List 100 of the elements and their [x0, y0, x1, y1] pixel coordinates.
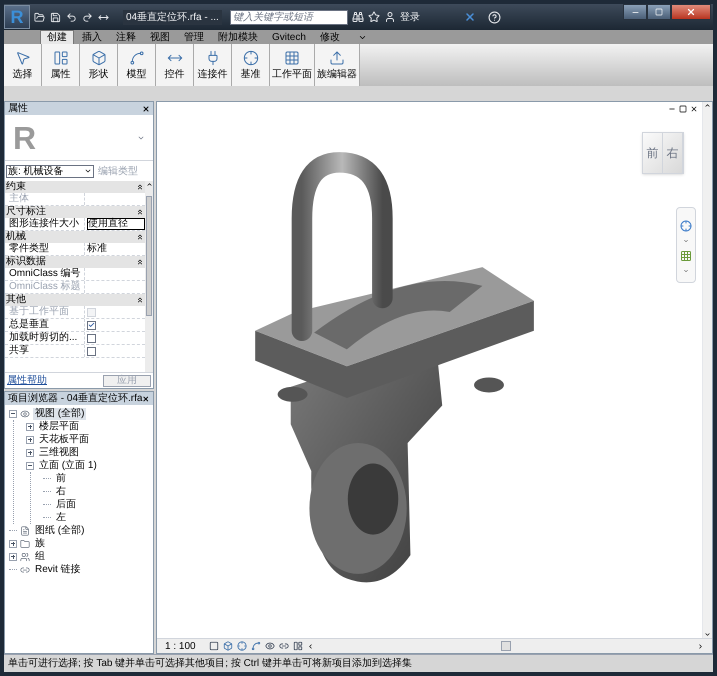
ribbon-button[interactable]: 控件 [156, 44, 194, 86]
links-icon [20, 564, 30, 574]
vertical-scrollbar[interactable] [702, 102, 712, 638]
tree-item[interactable]: 左 [54, 512, 68, 524]
scrollbar[interactable] [145, 181, 153, 372]
expand-toggle[interactable] [9, 540, 17, 548]
check-icon [88, 321, 95, 329]
view-cube[interactable]: 前 右 [642, 132, 684, 174]
scroll-thumb[interactable] [146, 196, 152, 316]
collapse-toggle[interactable] [26, 462, 34, 470]
tree-item[interactable]: Revit 链接 [33, 564, 83, 576]
ribbon-button[interactable]: 属性 [42, 44, 80, 86]
tree-item[interactable]: 天花板平面 [37, 434, 91, 446]
ribbon-button[interactable]: 族编辑器 [315, 44, 360, 86]
tree-item[interactable]: 右 [54, 486, 68, 498]
ribbon-tab[interactable]: 注释 [110, 31, 142, 44]
maximize-button[interactable] [647, 4, 671, 20]
expand-toggle[interactable] [26, 448, 34, 456]
tree-item[interactable]: 族 [33, 538, 47, 550]
horizontal-scrollbar[interactable] [307, 640, 704, 652]
ribbon-tab[interactable]: Gvitech [266, 31, 312, 44]
ribbon-options-icon[interactable] [358, 33, 367, 42]
property-value: 标准 [87, 244, 107, 254]
tree-item[interactable]: 立面 (立面 1) [37, 460, 99, 472]
binoculars-icon[interactable] [352, 11, 364, 23]
group-header: 机械 [6, 232, 26, 242]
ribbon-tab[interactable]: 插入 [76, 31, 108, 44]
groups-icon [20, 552, 30, 562]
ribbon-tab[interactable]: 附加模块 [212, 31, 264, 44]
panel-title: 属性 [8, 104, 28, 114]
tree-item[interactable]: 前 [54, 472, 68, 484]
help-icon[interactable] [488, 10, 501, 24]
ribbon-button[interactable]: 模型 [118, 44, 156, 86]
tree-item[interactable]: 视图 (全部) [33, 408, 86, 420]
views-icon [20, 408, 30, 418]
tree-item[interactable]: 三维视图 [37, 446, 81, 458]
close-button[interactable] [671, 4, 711, 20]
tree-item[interactable]: 组 [33, 550, 47, 562]
ribbon-button[interactable]: 工作平面 [270, 44, 315, 86]
sheets-icon [20, 526, 30, 536]
group-header: 标识数据 [6, 257, 46, 267]
collapse-icon[interactable] [136, 233, 144, 241]
caret-icon[interactable] [683, 238, 689, 244]
close-icon[interactable] [142, 394, 150, 402]
ribbon-button[interactable]: 形状 [80, 44, 118, 86]
group-header: 约束 [6, 182, 26, 192]
tree-item[interactable]: 后面 [54, 498, 78, 510]
ribbon-tab[interactable]: 修改 [314, 31, 346, 44]
property-label: 基于工作平面 [5, 306, 85, 318]
scroll-thumb[interactable] [500, 641, 510, 651]
close-icon[interactable] [142, 104, 150, 112]
minimize-button[interactable] [623, 4, 647, 20]
arrow-right-icon [697, 642, 704, 650]
property-label: 总是垂直 [5, 319, 85, 331]
type-selector[interactable]: 族: 机械设备 [6, 164, 94, 178]
login-link[interactable]: 登录 [400, 10, 420, 24]
redo-icon[interactable] [82, 12, 93, 22]
collapse-icon[interactable] [136, 208, 144, 216]
checkbox[interactable] [87, 346, 96, 356]
ribbon-button[interactable]: 选择 [4, 44, 42, 86]
user-icon[interactable] [384, 11, 396, 23]
property-label: OmniClass 编号 [5, 268, 85, 280]
undo-icon[interactable] [66, 12, 77, 22]
tree-item[interactable]: 楼层平面 [37, 420, 81, 432]
cube-face-label[interactable]: 前 [643, 133, 663, 173]
property-label: 零件类型 [5, 243, 85, 255]
select-icon [14, 50, 30, 66]
collapse-toggle[interactable] [9, 410, 17, 418]
collapse-icon[interactable] [136, 258, 144, 266]
ribbon-tab[interactable]: 管理 [178, 31, 210, 44]
tree-item[interactable]: 图纸 (全部) [33, 524, 86, 536]
caret-icon[interactable] [683, 268, 689, 274]
restore-icon[interactable] [679, 105, 687, 113]
arrow-up-icon [146, 181, 152, 188]
search-field[interactable]: 键入关键字或短语 [230, 10, 348, 24]
ribbon-button[interactable]: 连接件 [194, 44, 232, 86]
collapse-icon[interactable] [136, 183, 144, 191]
star-icon[interactable] [368, 11, 380, 23]
arrow-left-icon [307, 642, 314, 650]
property-label: 图形连接件大小 [5, 218, 85, 230]
expand-toggle[interactable] [9, 552, 17, 560]
visibility-icon[interactable] [265, 641, 275, 651]
ribbon-tab[interactable]: 创建 [40, 30, 74, 44]
ribbon-button[interactable]: 基准 [232, 44, 270, 86]
close-icon [686, 7, 696, 17]
scale-label[interactable]: 1 : 100 [165, 638, 205, 654]
close-icon[interactable] [690, 105, 698, 113]
help-link[interactable]: 属性帮助 [7, 373, 47, 388]
expand-toggle[interactable] [26, 422, 34, 430]
ribbon-tab[interactable]: 视图 [144, 31, 176, 44]
logo: R [13, 122, 36, 154]
checkbox[interactable] [87, 334, 96, 342]
cube-face-label[interactable]: 右 [663, 133, 683, 173]
arrow-up-icon [704, 102, 711, 109]
expand-toggle[interactable] [26, 436, 34, 444]
group-header: 其他 [6, 295, 26, 305]
open-icon[interactable] [34, 12, 45, 22]
save-icon[interactable] [50, 12, 61, 22]
checkbox[interactable] [87, 320, 96, 330]
collapse-icon[interactable] [136, 296, 144, 304]
